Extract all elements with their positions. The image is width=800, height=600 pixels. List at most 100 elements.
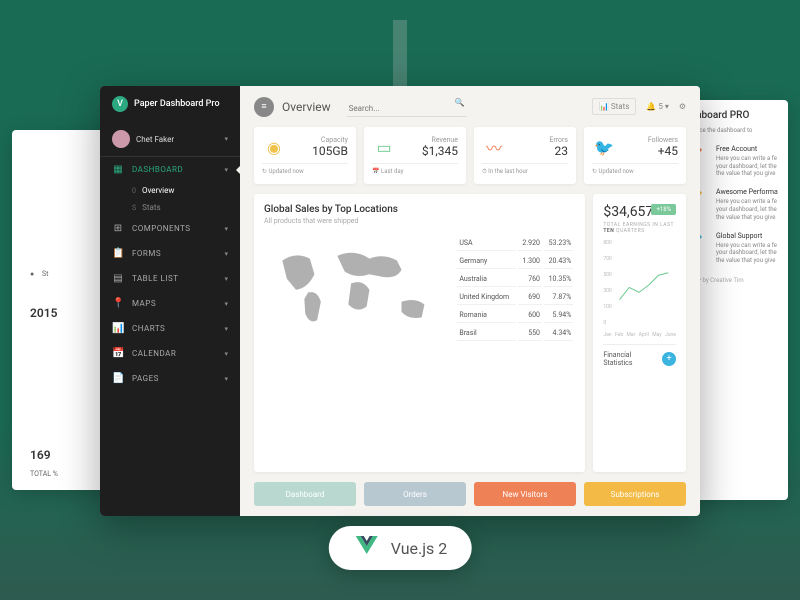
vue-badge-text: Vue.js 2 [391,539,448,558]
page-title: Overview [282,100,331,114]
month-label: Mar [627,332,636,338]
earnings-badge: +18% [651,204,676,215]
month-label: May [652,332,661,338]
y-tick: 700 [603,256,611,262]
search-icon[interactable]: 🔍 [455,98,465,107]
earnings-card: $34,657 +18% TOTAL EARNINGS IN LAST TEN … [593,194,686,472]
tile-new-visitors[interactable]: New Visitors [474,482,576,506]
user-profile[interactable]: Chet Faker ▾ [100,122,240,157]
topbar: ≡ Overview 🔍 📊 Stats 🔔 5 ▾ ⚙ [240,86,700,127]
caret-icon: ▾ [224,275,228,283]
tile-subscriptions[interactable]: Subscriptions [584,482,686,506]
stat-label: Errors [512,136,568,144]
nav-icon: 📊 [112,323,124,334]
feature-text: Here you can write a fe your dashboard, … [716,155,780,178]
sidebar-item-pages[interactable]: 📄 PAGES ▾ [100,366,240,391]
feature-item: ◆Awesome PerformaHere you can write a fe… [696,188,780,221]
month-label: Jan [603,332,611,338]
y-tick: 500 [603,272,611,278]
table-row: Germany1.30020.43% [457,253,573,269]
sidebar-item-dashboard[interactable]: ▦ DASHBOARD ▾ [100,157,240,182]
search: 🔍 [347,96,467,117]
nav-label: CHARTS [132,324,216,333]
table-row: USA2.92053.23% [457,235,573,251]
sidebar-item-maps[interactable]: 📍MAPS▾ [100,291,240,316]
stat-footer: ⏱ In the last hour [482,163,568,176]
sidebar-item-components[interactable]: ⊞COMPONENTS▾ [100,216,240,241]
caret-icon: ▾ [224,250,228,258]
feature-title: Free Account [716,145,780,153]
tile-dashboard[interactable]: Dashboard [254,482,356,506]
dot-icon: ● [30,270,38,278]
sidebar-item-charts[interactable]: 📊CHARTS▾ [100,316,240,341]
stat-card-revenue: ▭Revenue$1,345📅 Last day [364,127,466,184]
background-card-right: hboard PRO nce the dashboard to ◆Free Ac… [688,100,788,500]
tile-orders[interactable]: Orders [364,482,466,506]
stat-label: Revenue [402,136,458,144]
nav-label: CALENDAR [132,349,216,358]
sidebar-item-table list[interactable]: ▤ TABLE LIST ▾ [100,266,240,291]
caret-icon: ▾ [224,166,228,174]
stat-value: +45 [622,144,678,158]
year-text: 2015 [30,306,57,320]
nav-icon: ▤ [112,273,124,284]
total-label: TOTAL % [30,470,58,478]
logo[interactable]: V Paper Dashboard Pro [100,86,240,122]
y-tick: 0 [603,320,606,326]
financial-stats-label: Financial Statistics [603,351,662,367]
nav-label: PAGES [132,374,216,383]
earnings-chart: 8007005003001000 [603,240,676,330]
map-subtitle: All products that were shipped [264,217,575,225]
nav-label: DASHBOARD [132,165,216,174]
background-card-left: ●St 2015 169 TOTAL % [12,130,112,490]
feature-title: Awesome Performa [716,188,780,196]
nav-icon: 📄 [112,373,124,384]
y-tick: 300 [603,288,611,294]
settings-icon[interactable]: ⚙ [679,102,686,111]
stat-value: 23 [512,144,568,158]
nav-icon: ⊞ [112,223,124,234]
sidebar-item-forms[interactable]: 📋 FORMS ▾ [100,241,240,266]
nav-icon: ▦ [112,164,124,175]
feature-item: ◆Global SupportHere you can write a fe y… [696,232,780,265]
app-name: Paper Dashboard Pro [134,99,220,109]
sidebar-sub-overview[interactable]: 0Overview [100,182,240,199]
stat-value: $1,345 [402,144,458,158]
stat-card-followers: 🐦Followers+45↻ Updated now [584,127,686,184]
search-input[interactable] [347,101,467,117]
stat-icon: ▭ [372,135,396,159]
feature-title: Global Support [716,232,780,240]
caret-icon: ▾ [224,135,228,143]
vue-logo-icon [353,536,381,560]
feature-item: ◆Free AccountHere you can write a fe you… [696,145,780,178]
nav-label: TABLE LIST [132,274,216,283]
notifications-button[interactable]: 🔔 5 ▾ [646,102,668,111]
y-tick: 800 [603,240,611,246]
sales-table: USA2.92053.23%Germany1.30020.43%Australi… [455,233,575,343]
nav-icon: 📋 [112,248,124,259]
earnings-label: TOTAL EARNINGS IN LAST TEN QUARTERS [603,222,676,234]
table-row: Romania6005.94% [457,307,573,323]
avatar [112,130,130,148]
stat-footer: ↻ Updated now [262,163,348,175]
main-dashboard: V Paper Dashboard Pro Chet Faker ▾ ▦ DASH… [100,86,700,516]
nav-label: FORMS [132,249,216,258]
big-number: 169 [30,448,51,462]
feature-text: Here you can write a fe your dashboard, … [716,198,780,221]
sidebar-item-calendar[interactable]: 📅CALENDAR▾ [100,341,240,366]
caret-icon: ▾ [224,375,228,383]
nav-icon: 📅 [112,348,124,359]
nav-icon: 📍 [112,298,124,309]
sidebar-sub-stats[interactable]: SStats [100,199,240,216]
menu-button[interactable]: ≡ [254,97,274,117]
add-button[interactable]: + [662,352,676,366]
map-title: Global Sales by Top Locations [264,204,575,215]
stat-label: Followers [622,136,678,144]
right-subtitle: nce the dashboard to [696,127,780,135]
stat-icon: ◉ [262,135,286,159]
stat-label: Capacity [292,136,348,144]
right-title: hboard PRO [696,110,780,121]
chart-months: JanFebMarAprilMayJune [603,332,676,338]
stats-button[interactable]: 📊 Stats [592,98,636,115]
caret-icon: ▾ [224,225,228,233]
